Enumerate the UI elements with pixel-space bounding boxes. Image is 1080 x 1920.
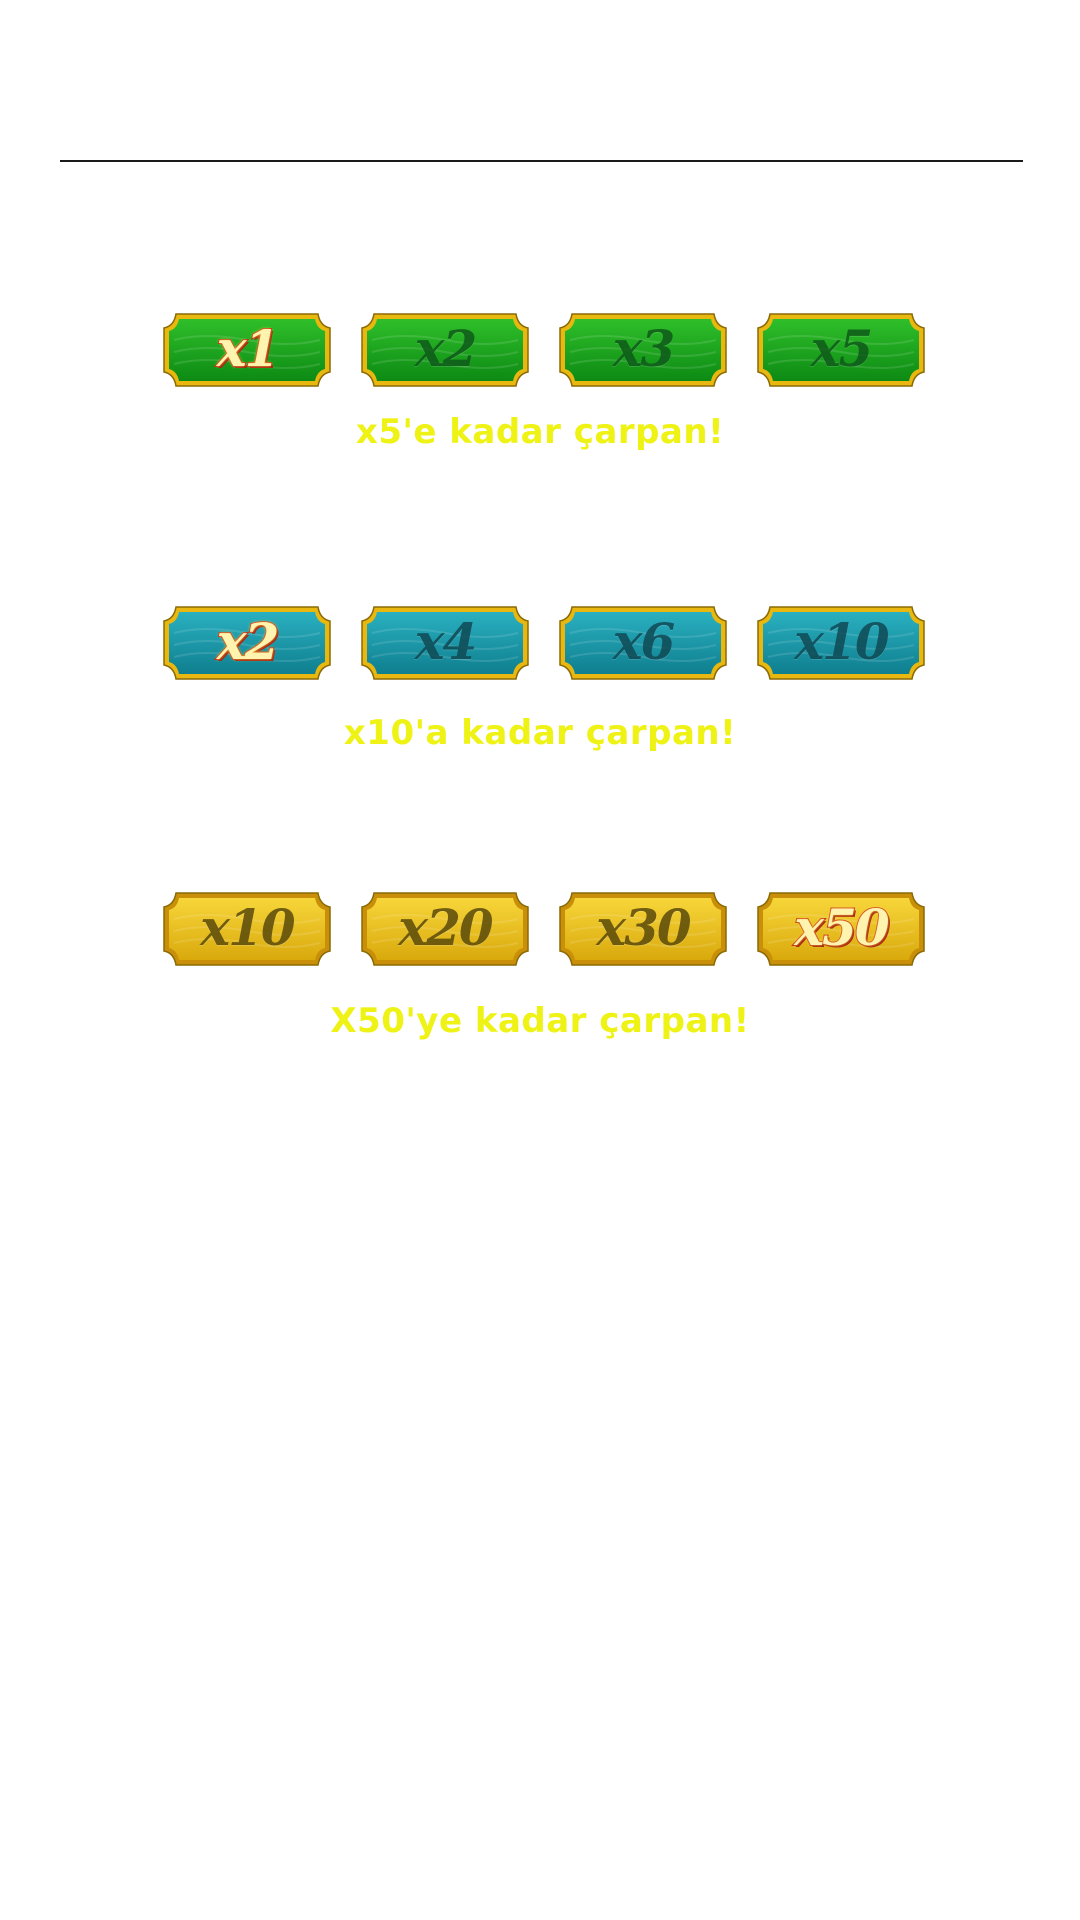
multiplier-tile: x3 xyxy=(556,310,730,390)
multiplier-label: x3 xyxy=(612,319,676,378)
multiplier-tile: x20 xyxy=(358,889,532,969)
multiplier-caption: X50'ye kadar çarpan! xyxy=(330,1001,750,1041)
multiplier-label: x20 xyxy=(398,898,493,957)
multiplier-tile: x10 xyxy=(160,889,334,969)
multiplier-tile: x50 xyxy=(754,889,928,969)
multiplier-label: x50 xyxy=(793,898,890,957)
multiplier-tile: x10 xyxy=(754,603,928,683)
multiplier-tiles-row: x10 x20 x30 x50 xyxy=(160,889,930,969)
top-divider xyxy=(60,160,1023,162)
multiplier-caption: x5'e kadar çarpan! xyxy=(355,412,725,452)
multiplier-label: x10 xyxy=(200,898,295,957)
multiplier-tile: x4 xyxy=(358,603,532,683)
multiplier-tile: x2 xyxy=(160,603,334,683)
multiplier-tile: x2 xyxy=(358,310,532,390)
multiplier-tile: x1 xyxy=(160,310,334,390)
multiplier-label: x30 xyxy=(596,898,691,957)
multiplier-tile: x5 xyxy=(754,310,928,390)
multiplier-tiles-row: x2 x4 x6 x10 xyxy=(160,603,930,683)
multiplier-tiles-row: x1 x2 x3 x5 xyxy=(160,310,930,390)
multiplier-tile: x6 xyxy=(556,603,730,683)
multiplier-tile: x30 xyxy=(556,889,730,969)
multiplier-label: x4 xyxy=(414,612,478,671)
multiplier-label: x1 xyxy=(216,319,281,378)
multiplier-label: x2 xyxy=(414,319,478,378)
multiplier-caption: x10'a kadar çarpan! xyxy=(343,713,737,753)
multiplier-label: x6 xyxy=(612,612,676,671)
multiplier-label: x5 xyxy=(810,319,874,378)
multiplier-label: x2 xyxy=(216,612,281,671)
multiplier-label: x10 xyxy=(794,612,889,671)
